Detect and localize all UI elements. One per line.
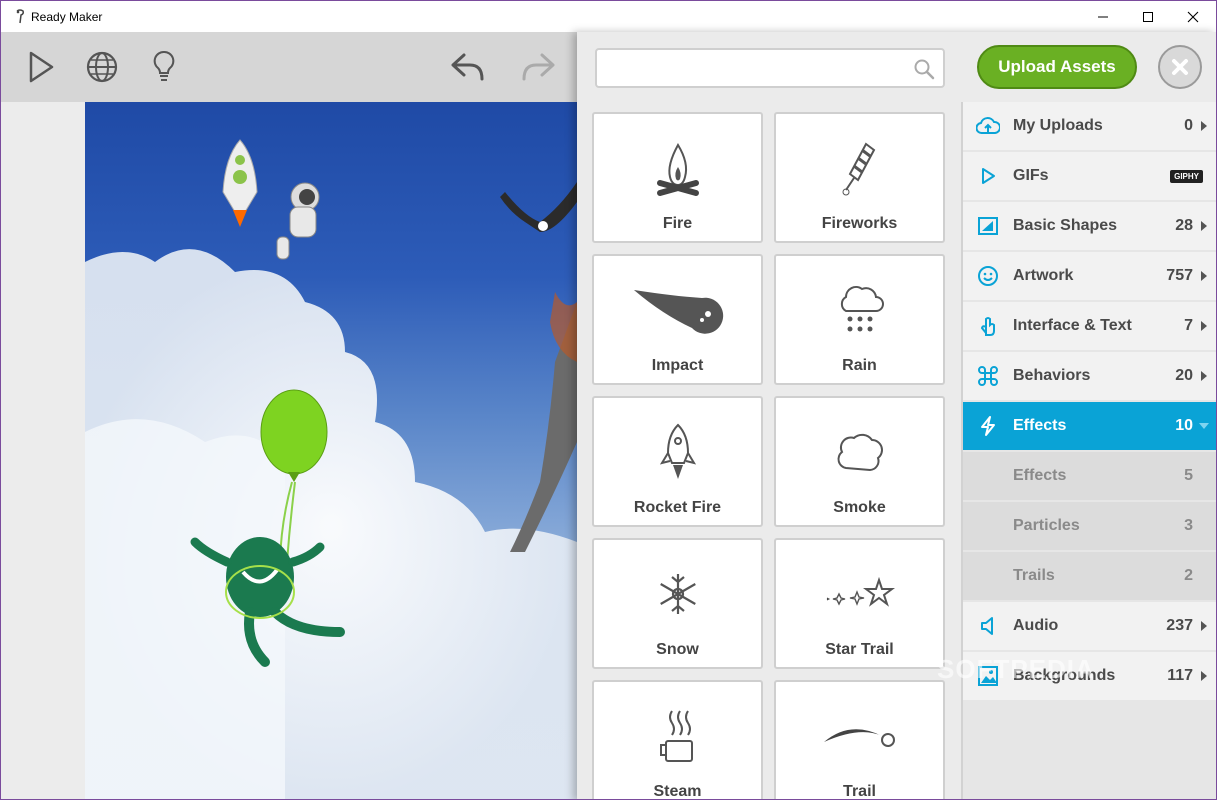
lightning-icon — [963, 415, 1013, 437]
eagle-sprite[interactable] — [500, 182, 577, 232]
asset-library-panel: Upload Assets Fire Fireworks Impact Rain… — [577, 32, 1216, 800]
asset-tile-smoke[interactable]: Smoke — [774, 396, 945, 527]
chevron-right-icon — [1199, 371, 1209, 381]
tile-label: Smoke — [833, 499, 886, 516]
star-trail-icon — [776, 562, 943, 626]
chevron-right-icon — [1199, 121, 1209, 131]
search-icon[interactable] — [913, 58, 935, 85]
firework-rocket-icon — [776, 136, 943, 200]
meteor-icon — [594, 278, 761, 342]
redo-button[interactable] — [517, 46, 559, 88]
upload-assets-button[interactable]: Upload Assets — [977, 45, 1137, 89]
asset-tile-trail[interactable]: Trail — [774, 680, 945, 800]
asset-tile-fire[interactable]: Fire — [592, 112, 763, 243]
tile-label: Rain — [842, 357, 877, 374]
maximize-button[interactable] — [1125, 1, 1171, 32]
asset-tile-rain[interactable]: Rain — [774, 254, 945, 385]
lightbulb-icon — [153, 50, 175, 81]
command-icon — [963, 365, 1013, 387]
play-icon — [29, 51, 54, 83]
category-effects[interactable]: Effects 10 — [963, 402, 1216, 450]
shapes-icon — [963, 216, 1013, 236]
undo-icon — [451, 53, 484, 81]
trail-icon — [776, 704, 943, 768]
asset-tile-snow[interactable]: Snow — [592, 538, 763, 669]
asset-tile-fireworks[interactable]: Fireworks — [774, 112, 945, 243]
stage-margin — [1, 102, 85, 799]
tile-label: Rocket Fire — [633, 499, 722, 516]
close-window-button[interactable] — [1170, 1, 1216, 32]
chevron-right-icon — [1199, 271, 1209, 281]
tile-label: Snow — [656, 641, 699, 658]
ready-maker-window: Ready Maker Upload Assets Fire Fireworks… — [0, 0, 1217, 800]
subcategory-particles[interactable]: Particles 3 — [963, 502, 1216, 550]
category-list: My Uploads 0 GIFs GIPHY Basic Shapes 28 … — [961, 102, 1216, 799]
chevron-right-icon — [1199, 321, 1209, 331]
editor-toolbar — [1, 32, 577, 102]
globe-icon — [86, 51, 118, 83]
category-my-uploads[interactable]: My Uploads 0 — [963, 102, 1216, 150]
undo-button[interactable] — [447, 46, 489, 88]
chevron-right-icon — [1199, 671, 1209, 681]
tile-label: Fire — [662, 215, 693, 232]
tile-label: Steam — [653, 783, 702, 800]
close-icon — [1172, 59, 1188, 75]
title-bar: Ready Maker — [1, 1, 1216, 32]
hand-pointer-icon — [963, 315, 1013, 337]
category-interface-text[interactable]: Interface & Text 7 — [963, 302, 1216, 350]
asset-tile-star-trail[interactable]: Star Trail — [774, 538, 945, 669]
asset-grid: Fire Fireworks Impact Rain Rocket Fire S… — [592, 112, 950, 800]
snowflake-icon — [594, 562, 761, 626]
chevron-right-icon — [1199, 621, 1209, 631]
rocket-sprite[interactable] — [222, 139, 258, 227]
asset-search-box[interactable] — [595, 48, 945, 88]
asset-tile-rocket-fire[interactable]: Rocket Fire — [592, 396, 763, 527]
smoke-cloud-icon — [776, 420, 943, 484]
asset-tile-impact[interactable]: Impact — [592, 254, 763, 385]
chevron-right-icon — [1199, 221, 1209, 231]
subcategory-effects[interactable]: Effects 5 — [963, 452, 1216, 500]
minimize-button[interactable] — [1080, 1, 1126, 32]
rain-cloud-icon — [776, 278, 943, 342]
search-input[interactable] — [607, 50, 907, 86]
steaming-mug-icon — [594, 704, 761, 768]
redo-icon — [522, 53, 555, 81]
campfire-icon — [594, 136, 761, 200]
category-gifs[interactable]: GIFs GIPHY — [963, 152, 1216, 200]
window-title: Ready Maker — [31, 9, 103, 24]
play-outline-icon — [963, 167, 1013, 185]
rocket-icon — [594, 420, 761, 484]
tile-label: Star Trail — [825, 641, 894, 658]
app-logo-icon — [9, 8, 31, 25]
category-backgrounds[interactable]: Backgrounds 117 — [963, 652, 1216, 700]
hint-button[interactable] — [143, 46, 185, 88]
play-button[interactable] — [19, 46, 61, 88]
cloud-upload-icon — [963, 116, 1013, 136]
game-stage-canvas[interactable] — [85, 102, 577, 799]
category-basic-shapes[interactable]: Basic Shapes 28 — [963, 202, 1216, 250]
speaker-icon — [963, 616, 1013, 636]
giphy-badge: GIPHY — [1170, 169, 1203, 183]
jet-sprite[interactable] — [510, 292, 577, 552]
tile-label: Impact — [651, 357, 704, 374]
category-behaviors[interactable]: Behaviors 20 — [963, 352, 1216, 400]
tile-label: Fireworks — [821, 215, 898, 232]
category-audio[interactable]: Audio 237 — [963, 602, 1216, 650]
asset-tile-steam[interactable]: Steam — [592, 680, 763, 800]
category-artwork[interactable]: Artwork 757 — [963, 252, 1216, 300]
tile-label: Trail — [843, 783, 876, 800]
astronaut-sprite[interactable] — [276, 182, 320, 260]
landscape-icon — [963, 665, 1013, 687]
smiley-icon — [963, 265, 1013, 287]
close-panel-button[interactable] — [1158, 45, 1202, 89]
chevron-down-icon — [1199, 423, 1209, 429]
subcategory-trails[interactable]: Trails 2 — [963, 552, 1216, 600]
globe-button[interactable] — [81, 46, 123, 88]
